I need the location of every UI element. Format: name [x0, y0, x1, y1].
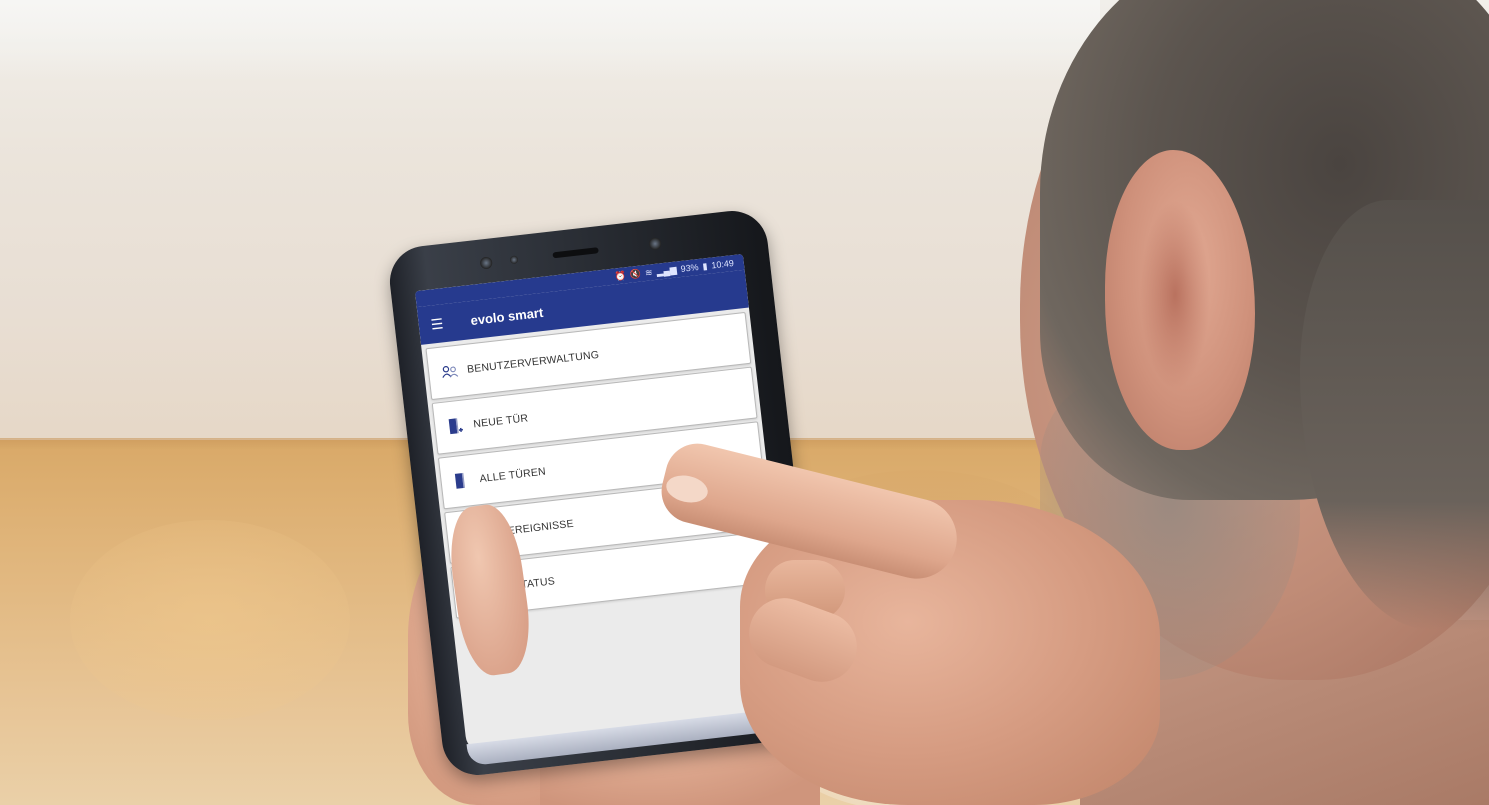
app-title: evolo smart	[469, 304, 544, 328]
clock: 10:49	[710, 257, 735, 271]
earpiece-speaker	[552, 247, 599, 259]
menu-item-label: ALLE TÜREN	[478, 465, 547, 486]
wifi-icon: ≋	[644, 267, 654, 279]
photo-scene: ⏰ 🔇 ≋ ▂▄▆ 93% ▮ 10:49 ☰ evolo smart BENU…	[0, 0, 1489, 805]
battery-icon: ▮	[701, 260, 708, 272]
sensor-icon	[509, 255, 519, 265]
iris-camera-icon	[648, 237, 662, 251]
users-icon	[441, 363, 468, 380]
man-ear-inner	[1140, 200, 1210, 390]
hamburger-menu-icon[interactable]: ☰	[430, 314, 452, 333]
wall-highlight	[0, 0, 1100, 80]
door-add-icon	[447, 416, 475, 437]
floor-light-left	[70, 520, 350, 720]
menu-item-label: NEUE TÜR	[472, 412, 529, 431]
mute-icon: 🔇	[629, 268, 642, 280]
battery-level: 93%	[680, 261, 700, 274]
alarm-icon: ⏰	[614, 270, 627, 282]
menu-item-label: BENUTZERVERWALTUNG	[466, 348, 600, 376]
front-camera-icon	[479, 256, 493, 270]
door-icon	[453, 470, 481, 491]
signal-icon: ▂▄▆	[655, 264, 678, 277]
